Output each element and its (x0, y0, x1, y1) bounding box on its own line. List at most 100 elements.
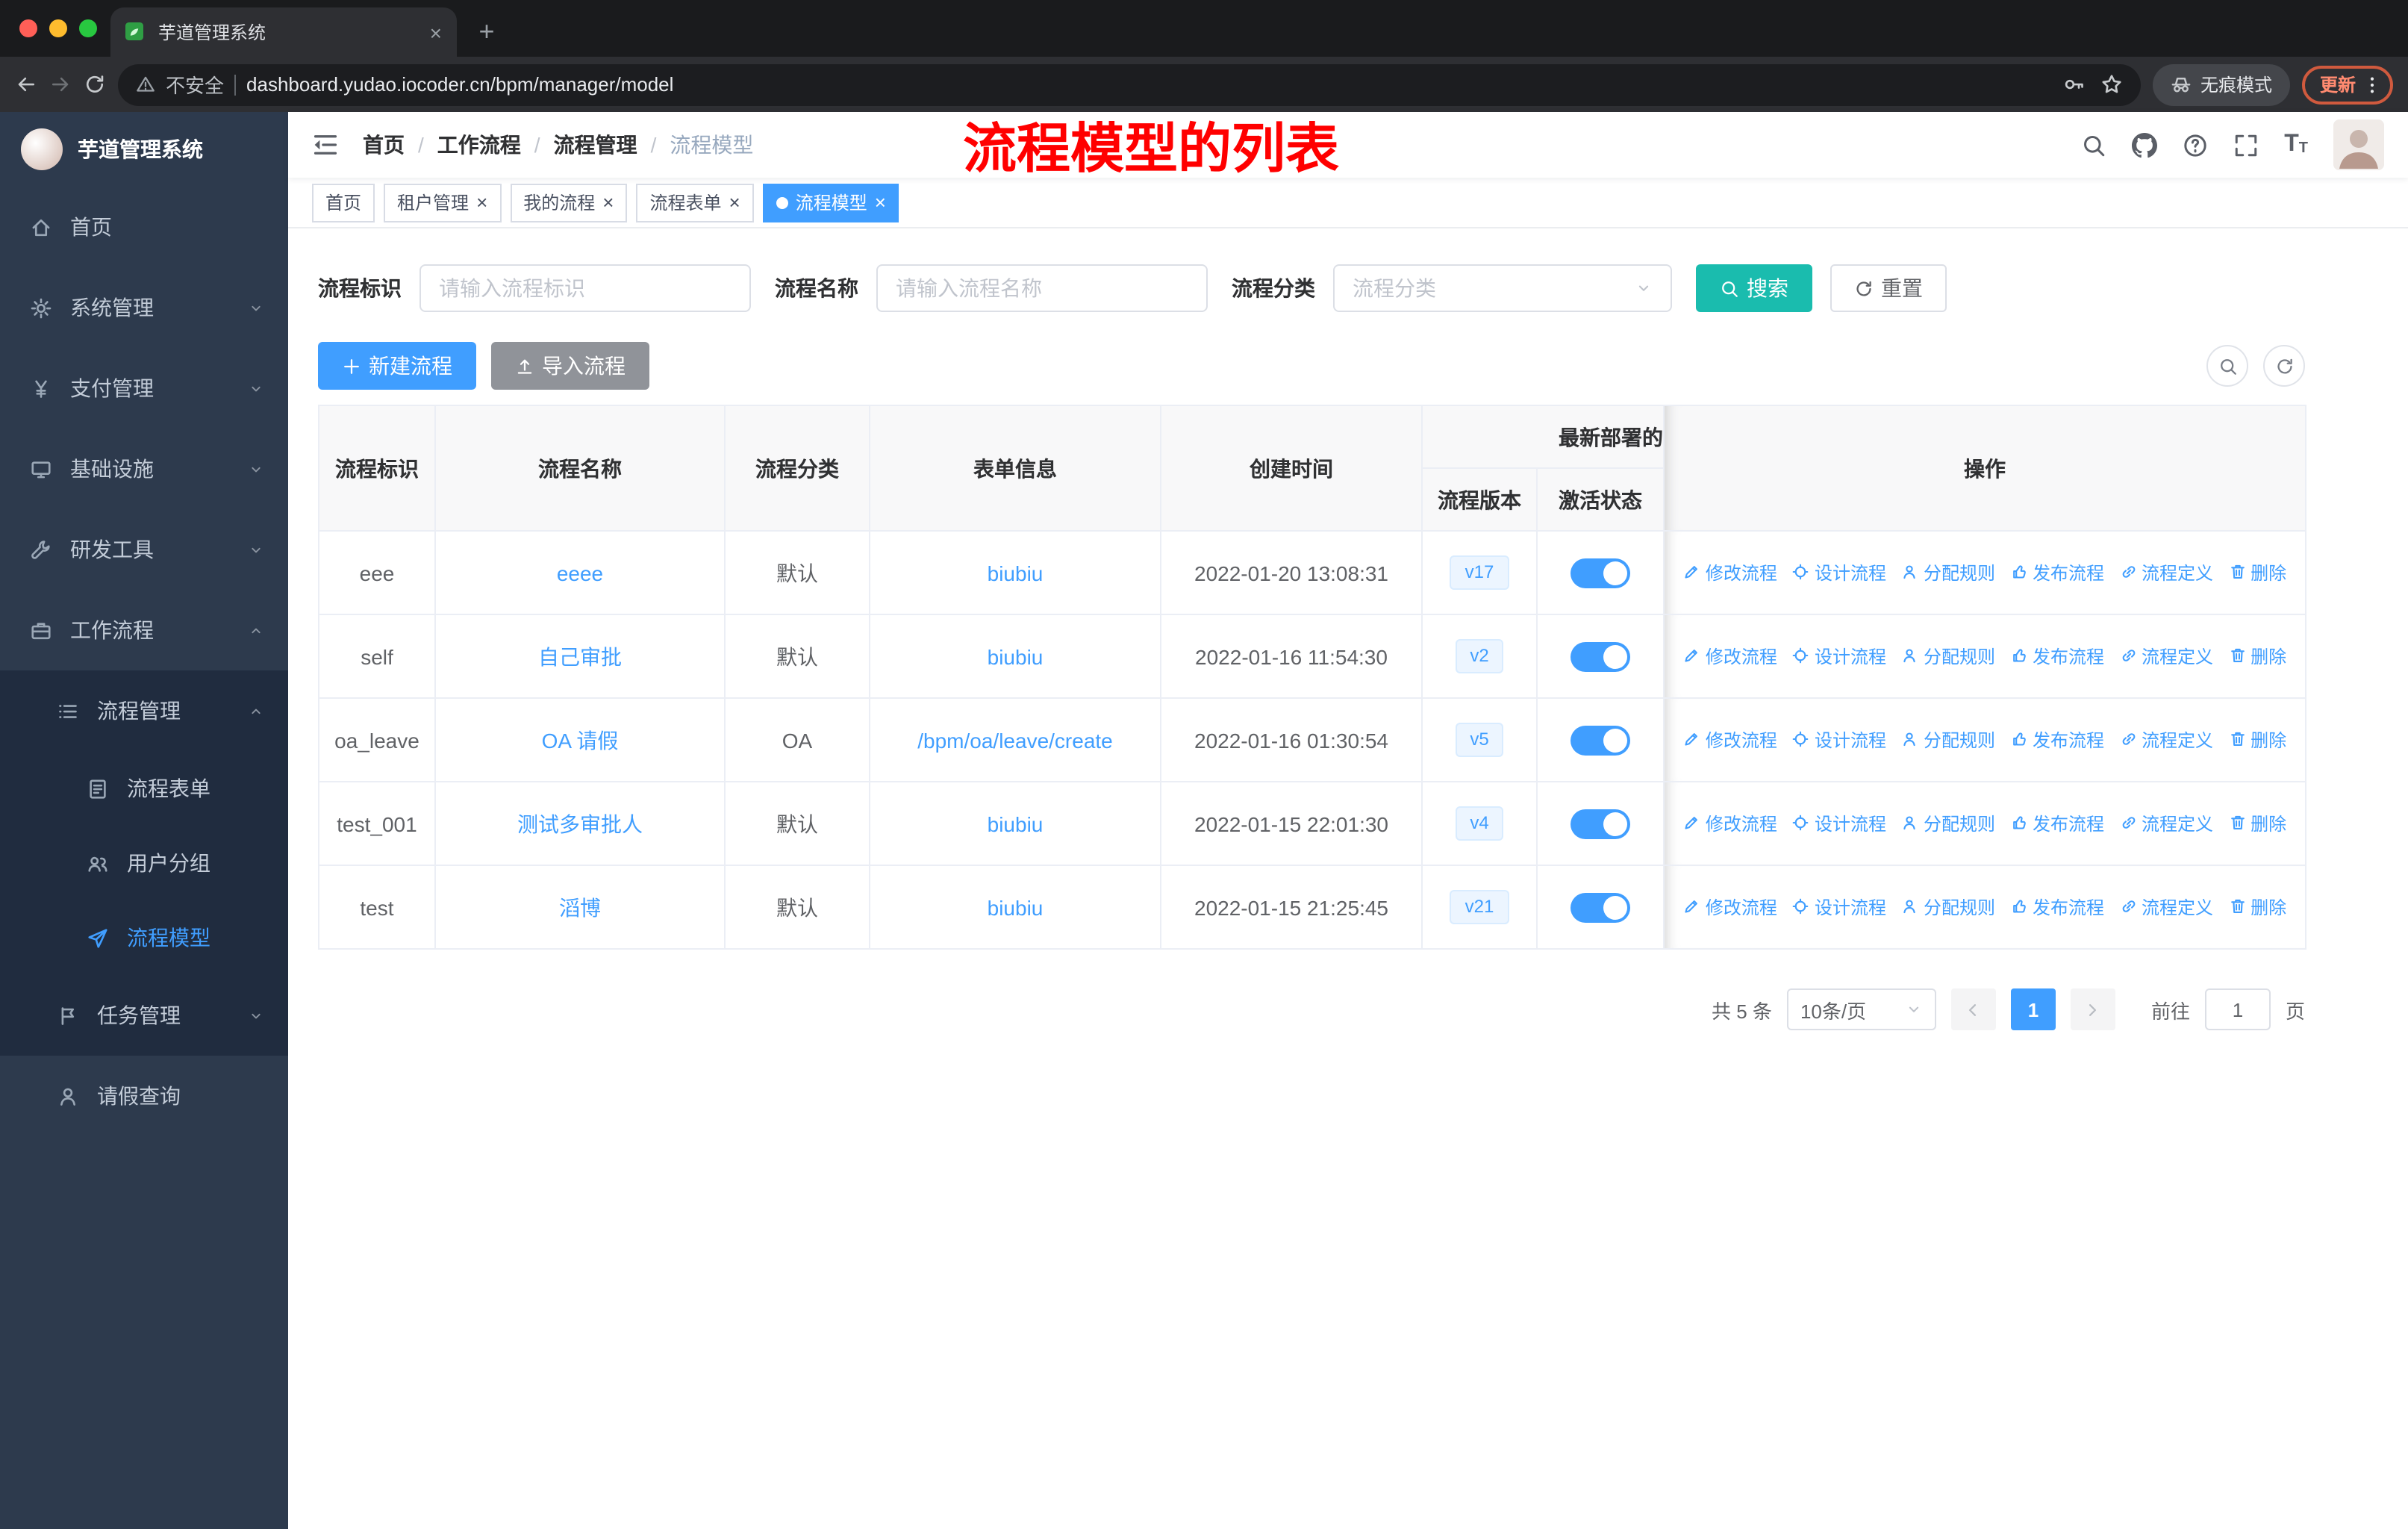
forward-icon[interactable] (49, 73, 72, 96)
publish-process-action[interactable]: 发布流程 (2010, 644, 2104, 669)
page-number-button[interactable]: 1 (2010, 988, 2056, 1030)
assign-rule-action[interactable]: 分配规则 (1901, 644, 1995, 669)
breadcrumb-item[interactable]: 流程管理 (554, 130, 637, 160)
category-select[interactable]: 流程分类 (1333, 264, 1672, 312)
process-name-input[interactable] (876, 264, 1208, 312)
status-toggle[interactable] (1570, 809, 1630, 838)
create-process-button[interactable]: 新建流程 (318, 342, 476, 390)
publish-process-action[interactable]: 发布流程 (2010, 811, 2104, 836)
assign-rule-action[interactable]: 分配规则 (1901, 560, 1995, 585)
close-icon[interactable]: × (729, 193, 740, 212)
delete-action[interactable]: 删除 (2228, 727, 2286, 753)
status-toggle[interactable] (1570, 725, 1630, 755)
assign-rule-action[interactable]: 分配规则 (1901, 727, 1995, 753)
form-info-link[interactable]: biubiu (988, 895, 1044, 919)
sidebar-item-task-manage[interactable]: 任务管理 (0, 975, 288, 1056)
modify-process-action[interactable]: 修改流程 (1683, 560, 1777, 585)
sidebar-item-workflow[interactable]: 工作流程 (0, 590, 288, 670)
next-page-button[interactable] (2070, 988, 2115, 1030)
process-definition-action[interactable]: 流程定义 (2119, 894, 2213, 920)
address-bar[interactable]: 不安全 dashboard.yudao.iocoder.cn/bpm/manag… (118, 63, 2141, 105)
sidebar-item-devtools[interactable]: 研发工具 (0, 509, 288, 590)
search-icon[interactable] (2081, 132, 2106, 158)
new-tab-button[interactable]: + (466, 10, 508, 52)
close-icon[interactable]: × (875, 193, 886, 212)
sidebar-item-infrastructure[interactable]: 基础设施 (0, 429, 288, 509)
close-icon[interactable]: × (602, 193, 614, 212)
menu-dots-icon[interactable] (2362, 74, 2383, 95)
process-definition-action[interactable]: 流程定义 (2119, 811, 2213, 836)
process-key-input[interactable] (419, 264, 751, 312)
publish-process-action[interactable]: 发布流程 (2010, 894, 2104, 920)
toggle-search-button[interactable] (2206, 345, 2248, 387)
process-name-link[interactable]: eeee (557, 561, 603, 585)
publish-process-action[interactable]: 发布流程 (2010, 727, 2104, 753)
status-toggle[interactable] (1570, 558, 1630, 588)
tab-tag[interactable]: 首页 (312, 183, 375, 222)
goto-page-input[interactable] (2204, 988, 2271, 1030)
process-name-link[interactable]: 滔博 (559, 895, 601, 919)
design-process-action[interactable]: 设计流程 (1792, 644, 1886, 669)
tab-tag[interactable]: 流程表单 × (636, 183, 754, 222)
status-toggle[interactable] (1570, 641, 1630, 671)
import-process-button[interactable]: 导入流程 (491, 342, 649, 390)
status-toggle[interactable] (1570, 892, 1630, 922)
delete-action[interactable]: 删除 (2228, 644, 2286, 669)
breadcrumb-item[interactable]: 首页 (363, 130, 405, 160)
modify-process-action[interactable]: 修改流程 (1683, 894, 1777, 920)
assign-rule-action[interactable]: 分配规则 (1901, 894, 1995, 920)
sidebar-item-home[interactable]: 首页 (0, 187, 288, 267)
tab-tag[interactable]: 我的流程 × (510, 183, 628, 222)
collapse-sidebar-icon[interactable] (312, 131, 339, 158)
process-definition-action[interactable]: 流程定义 (2119, 560, 2213, 585)
design-process-action[interactable]: 设计流程 (1792, 894, 1886, 920)
key-icon[interactable] (2063, 73, 2086, 96)
reload-icon[interactable] (84, 73, 106, 96)
process-definition-action[interactable]: 流程定义 (2119, 727, 2213, 753)
tab-tag[interactable]: 流程模型 × (762, 183, 899, 222)
update-chip[interactable]: 更新 (2301, 65, 2393, 104)
github-icon[interactable] (2132, 132, 2158, 158)
design-process-action[interactable]: 设计流程 (1792, 727, 1886, 753)
modify-process-action[interactable]: 修改流程 (1683, 811, 1777, 836)
process-definition-action[interactable]: 流程定义 (2119, 644, 2213, 669)
font-size-icon[interactable]: TT (2284, 131, 2308, 158)
minimize-window-button[interactable] (49, 19, 67, 37)
sidebar-item-user-group[interactable]: 用户分组 (0, 826, 288, 900)
close-window-button[interactable] (19, 19, 37, 37)
prev-page-button[interactable] (1950, 988, 1996, 1030)
browser-tab[interactable]: 芋道管理系统 × (110, 7, 457, 57)
delete-action[interactable]: 删除 (2228, 560, 2286, 585)
reset-button[interactable]: 重置 (1830, 264, 1947, 312)
form-info-link[interactable]: /bpm/oa/leave/create (917, 728, 1113, 752)
breadcrumb-item[interactable]: 工作流程 (437, 130, 521, 160)
sidebar-item-payment[interactable]: 支付管理 (0, 348, 288, 429)
sidebar-item-flow-model[interactable]: 流程模型 (0, 900, 288, 975)
modify-process-action[interactable]: 修改流程 (1683, 644, 1777, 669)
process-name-link[interactable]: 测试多审批人 (517, 812, 643, 835)
process-name-link[interactable]: 自己审批 (538, 644, 622, 668)
assign-rule-action[interactable]: 分配规则 (1901, 811, 1995, 836)
back-icon[interactable] (15, 73, 37, 96)
tab-tag[interactable]: 租户管理 × (384, 183, 502, 222)
search-button[interactable]: 搜索 (1696, 264, 1812, 312)
page-size-select[interactable]: 10条/页 (1786, 988, 1936, 1030)
fullscreen-icon[interactable] (2233, 132, 2259, 158)
close-icon[interactable]: × (476, 193, 487, 212)
sidebar-item-system[interactable]: 系统管理 (0, 267, 288, 348)
delete-action[interactable]: 删除 (2228, 894, 2286, 920)
zoom-window-button[interactable] (79, 19, 97, 37)
modify-process-action[interactable]: 修改流程 (1683, 727, 1777, 753)
design-process-action[interactable]: 设计流程 (1792, 811, 1886, 836)
bookmark-star-icon[interactable] (2100, 73, 2123, 96)
sidebar-item-flow-manage[interactable]: 流程管理 (0, 670, 288, 751)
form-info-link[interactable]: biubiu (988, 812, 1044, 835)
sidebar-item-leave-query[interactable]: 请假查询 (0, 1056, 288, 1136)
process-name-link[interactable]: OA 请假 (542, 728, 619, 752)
help-icon[interactable] (2183, 132, 2208, 158)
refresh-table-button[interactable] (2263, 345, 2305, 387)
publish-process-action[interactable]: 发布流程 (2010, 560, 2104, 585)
design-process-action[interactable]: 设计流程 (1792, 560, 1886, 585)
sidebar-item-flow-form[interactable]: 流程表单 (0, 751, 288, 826)
app-logo[interactable]: 芋道管理系统 (0, 112, 288, 187)
